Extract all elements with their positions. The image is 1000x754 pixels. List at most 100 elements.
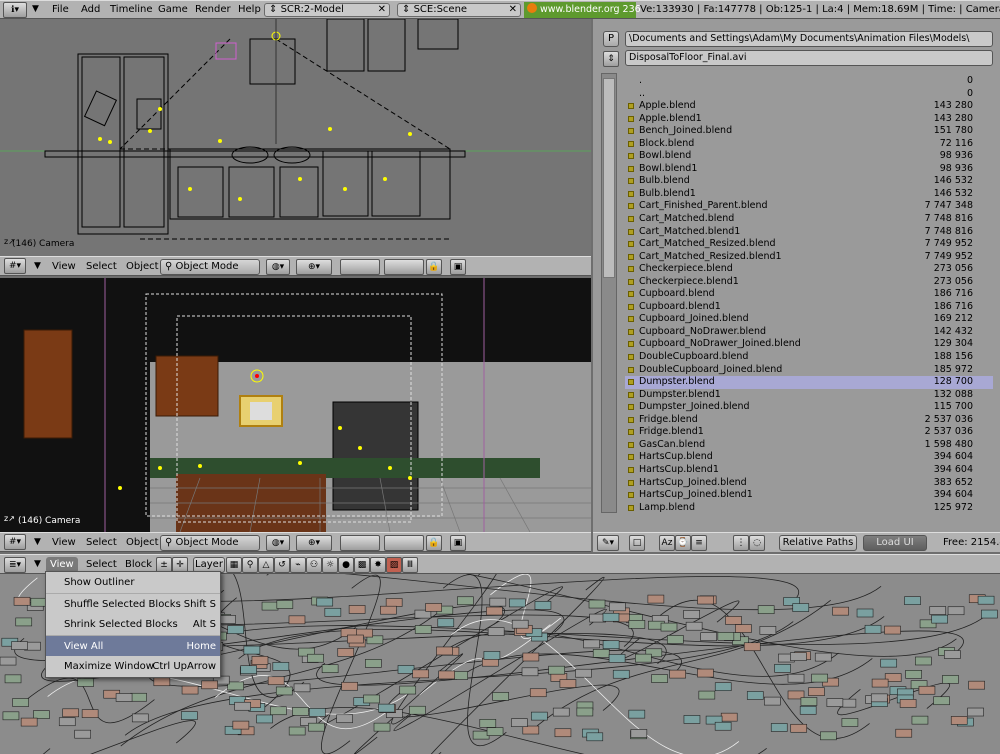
layer-buttons[interactable]: [340, 535, 380, 551]
list-item[interactable]: Cupboard_Joined.blend 169 212: [625, 313, 993, 326]
dir-history-icon[interactable]: ⇕: [603, 51, 619, 67]
relative-paths-button[interactable]: Relative Paths: [779, 535, 857, 551]
list-item[interactable]: Cart_Matched.blend 7 748 816: [625, 213, 993, 226]
ghost-icon[interactable]: ◌: [749, 535, 765, 551]
collapse-icon[interactable]: ▼: [34, 261, 41, 271]
list-item[interactable]: Cart_Finished_Parent.blend 7 747 348: [625, 200, 993, 213]
list-item-parent[interactable]: .. 0: [625, 88, 993, 101]
render-view-icon[interactable]: ▣: [450, 535, 466, 551]
list-item[interactable]: Cart_Matched_Resized.blend1 7 749 952: [625, 251, 993, 264]
filter-world-icon[interactable]: ✸: [370, 557, 386, 573]
list-item[interactable]: Apple.blend1 143 280: [625, 113, 993, 126]
list-item[interactable]: Dumpster.blend1 132 088: [625, 389, 993, 402]
render-view-icon[interactable]: ▣: [450, 259, 466, 275]
menu-select[interactable]: Select: [86, 537, 117, 548]
mode-selector[interactable]: ⚲ Object Mode: [160, 535, 260, 551]
long-info-icon[interactable]: ⋮: [733, 535, 749, 551]
list-item[interactable]: HartsCup_Joined.blend1 394 604: [625, 489, 993, 502]
collapse-icon[interactable]: ▼: [34, 537, 41, 547]
viewport-camera-shaded[interactable]: z↗ (146) Camera: [0, 278, 591, 532]
collapse-icon[interactable]: ▼: [34, 559, 41, 569]
load-ui-button[interactable]: Load UI: [863, 535, 927, 551]
lock-icon[interactable]: 🔒: [426, 259, 442, 275]
pivot-icon[interactable]: ⊕▾: [296, 535, 332, 551]
file-list[interactable]: .0 .. 0 Apple.blend 143 280 Apple.blend1 143…: [625, 75, 993, 515]
layer-buttons[interactable]: [340, 259, 380, 275]
filter-object-icon[interactable]: ⚲: [242, 557, 258, 573]
filter-lamp-icon[interactable]: ☼: [322, 557, 338, 573]
filter-material-icon[interactable]: ●: [338, 557, 354, 573]
list-item[interactable]: Apple.blend 143 280: [625, 100, 993, 113]
menu-view[interactable]: View: [52, 537, 76, 548]
list-item[interactable]: Cart_Matched.blend1 7 748 816: [625, 226, 993, 239]
scene-close-icon[interactable]: ✕: [509, 4, 517, 16]
window-type-icon[interactable]: #▾: [4, 258, 26, 274]
draw-type-icon[interactable]: ◍▾: [266, 535, 290, 551]
list-item[interactable]: Fridge.blend1 2 537 036: [625, 426, 993, 439]
list-item[interactable]: Fridge.blend 2 537 036: [625, 414, 993, 427]
directory-path-field[interactable]: \Documents and Settings\Adam\My Document…: [625, 31, 993, 47]
menu-select[interactable]: Select: [86, 261, 117, 272]
blender-url-badge[interactable]: www.blender.org 236: [524, 2, 641, 18]
menu-help[interactable]: Help: [238, 4, 261, 15]
parent-dir-button[interactable]: P: [603, 31, 619, 47]
menu-item-shrink-selected[interactable]: Shrink Selected Blocks Alt S: [46, 614, 220, 635]
mode-selector[interactable]: ⚲ Object Mode: [160, 259, 260, 275]
screen-selector[interactable]: ⇕ SCR:2-Model ✕: [264, 3, 390, 17]
scene-selector[interactable]: ⇕ SCE:Scene ✕: [397, 3, 521, 17]
info-window-type-icon[interactable]: ℹ▾: [3, 2, 27, 18]
screen-browse-icon[interactable]: ⇕: [269, 4, 281, 15]
menu-view[interactable]: View: [52, 261, 76, 272]
filter-ipo-icon[interactable]: ⌁: [290, 557, 306, 573]
menu-object[interactable]: Object: [126, 537, 159, 548]
menu-file[interactable]: File: [52, 4, 69, 15]
layer-buttons-2[interactable]: [384, 535, 424, 551]
list-item[interactable]: Cupboard_NoDrawer_Joined.blend 129 304: [625, 338, 993, 351]
list-item[interactable]: Bench_Joined.blend 151 780: [625, 125, 993, 138]
list-item[interactable]: Cupboard.blend 186 716: [625, 288, 993, 301]
lock-icon[interactable]: 🔒: [426, 535, 442, 551]
filename-field[interactable]: DisposalToFloor_Final.avi: [625, 50, 993, 66]
menu-game[interactable]: Game: [158, 4, 188, 15]
menu-block[interactable]: Block: [125, 559, 152, 570]
list-item[interactable]: Bowl.blend1 98 936: [625, 163, 993, 176]
file-scrollbar[interactable]: [601, 73, 617, 513]
list-item[interactable]: DoubleCupboard.blend 188 156: [625, 351, 993, 364]
menu-add[interactable]: Add: [81, 4, 100, 15]
viewport-front-wireframe[interactable]: z↗ (146) Camera: [0, 19, 591, 256]
list-item[interactable]: Block.blend 72 116: [625, 138, 993, 151]
list-item-parent[interactable]: .0: [625, 75, 993, 88]
window-type-icon[interactable]: ≣▾: [4, 557, 26, 573]
menu-select[interactable]: Select: [86, 559, 117, 570]
list-item[interactable]: Bulb.blend 146 532: [625, 175, 993, 188]
menu-render[interactable]: Render: [195, 4, 231, 15]
scrollbar-thumb[interactable]: [603, 78, 615, 278]
sort-time-icon[interactable]: ⌚: [675, 535, 691, 551]
list-item[interactable]: Lamp.blend 125 972: [625, 502, 993, 515]
list-item[interactable]: Cupboard_NoDrawer.blend 142 432: [625, 326, 993, 339]
menu-timeline[interactable]: Timeline: [110, 4, 153, 15]
sort-size-icon[interactable]: ≡: [691, 535, 707, 551]
window-type-icon[interactable]: #▾: [4, 534, 26, 550]
layer-buttons-2[interactable]: [384, 259, 424, 275]
list-item[interactable]: HartsCup_Joined.blend 383 652: [625, 477, 993, 490]
sort-alpha-icon[interactable]: Az: [659, 535, 675, 551]
window-type-icon[interactable]: ✎▾: [597, 535, 619, 551]
filter-armature-icon[interactable]: ⚇: [306, 557, 322, 573]
list-item[interactable]: Checkerpiece.blend1 273 056: [625, 276, 993, 289]
list-item[interactable]: Bowl.blend 98 936: [625, 150, 993, 163]
filter-image-icon[interactable]: ▨: [386, 557, 402, 573]
list-item[interactable]: Dumpster.blend 128 700: [625, 376, 993, 389]
hide-dot-files-icon[interactable]: □: [629, 535, 645, 551]
list-item[interactable]: GasCan.blend 1 598 480: [625, 439, 993, 452]
list-item[interactable]: Cart_Matched_Resized.blend 7 749 952: [625, 238, 993, 251]
draw-type-icon[interactable]: ◍▾: [266, 259, 290, 275]
pivot-icon[interactable]: ⊕▾: [296, 259, 332, 275]
screen-close-icon[interactable]: ✕: [378, 4, 386, 16]
filter-library-icon[interactable]: Ⅲ: [402, 557, 418, 573]
filter-texture-icon[interactable]: ▩: [354, 557, 370, 573]
list-item[interactable]: Cupboard.blend1 186 716: [625, 301, 993, 314]
menu-item-shuffle-selected[interactable]: Shuffle Selected Blocks Shift S: [46, 593, 220, 614]
list-item[interactable]: DoubleCupboard_Joined.blend 185 972: [625, 364, 993, 377]
filter-mesh-icon[interactable]: △: [258, 557, 274, 573]
